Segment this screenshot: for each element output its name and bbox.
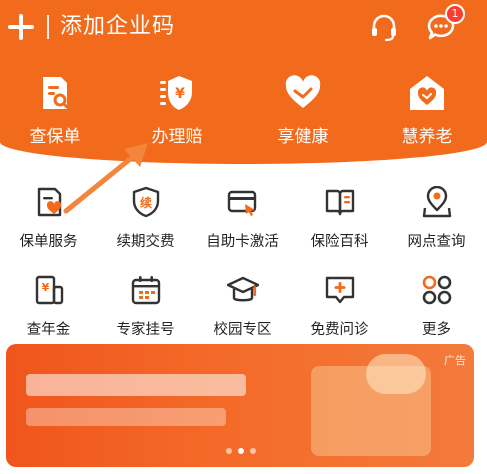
grid-item-insurance-wiki[interactable]: 保险百科	[291, 180, 388, 250]
nav-health[interactable]: 享健康	[248, 74, 358, 154]
grid-item-branch-search[interactable]: 网点查询	[388, 180, 485, 250]
annuity-icon: ¥	[35, 275, 64, 305]
more-grid-icon	[422, 275, 452, 305]
consult-icon	[325, 276, 355, 304]
grid-label: 校园专区	[213, 322, 272, 338]
grid-item-annuity[interactable]: ¥ 查年金	[0, 268, 97, 338]
grid-label: 查年金	[26, 322, 71, 338]
house-heart-icon	[410, 76, 444, 110]
add-enterprise-code-button[interactable]: 添加企业码	[60, 12, 175, 42]
grid-label: 保险百科	[310, 234, 369, 250]
banner-subtext-blurred	[26, 408, 226, 426]
grid-item-free-consult[interactable]: 免费问诊	[291, 268, 388, 338]
book-icon	[325, 189, 355, 216]
divider	[47, 15, 49, 39]
promo-banner[interactable]: 广告	[6, 344, 474, 467]
graduation-cap-icon	[227, 276, 259, 302]
nav-elder-care[interactable]: 慧养老	[372, 74, 482, 154]
svg-text:¥: ¥	[175, 86, 185, 102]
notification-badge: 1	[445, 4, 465, 24]
location-pin-icon	[422, 186, 452, 218]
grid-label: 专家挂号	[116, 322, 175, 338]
ad-label: 广告	[444, 354, 466, 367]
nav-label: 慧养老	[401, 127, 453, 147]
grid-item-expert-booking[interactable]: 专家挂号	[97, 268, 194, 338]
banner-image-highlight	[366, 354, 426, 394]
grid-label: 网点查询	[407, 234, 466, 250]
plus-icon[interactable]	[6, 12, 36, 42]
calendar-icon	[131, 276, 161, 305]
svg-text:¥: ¥	[42, 281, 50, 294]
nav-label: 享健康	[277, 127, 329, 147]
grid-label: 免费问诊	[310, 322, 369, 338]
carousel-indicator	[226, 448, 266, 456]
headset-icon[interactable]	[368, 12, 400, 44]
card-activate-icon	[227, 190, 257, 216]
grid-item-card-activation[interactable]: 自助卡激活	[194, 180, 291, 250]
grid-label: 续期交费	[116, 234, 175, 250]
heart-icon	[285, 75, 321, 108]
policy-search-icon	[43, 77, 69, 109]
grid-label: 保单服务	[19, 234, 78, 250]
grid-item-more[interactable]: 更多	[388, 268, 485, 338]
grid-label: 自助卡激活	[206, 234, 279, 250]
carousel-dot-active[interactable]	[238, 448, 244, 454]
claim-icon: ¥	[160, 76, 192, 110]
grid-label: 更多	[422, 322, 451, 338]
carousel-dot[interactable]	[226, 448, 232, 454]
pointer-arrow-annotation	[63, 143, 148, 214]
carousel-dot[interactable]	[250, 448, 256, 454]
banner-headline-blurred	[26, 374, 246, 396]
grid-item-campus-zone[interactable]: 校园专区	[194, 268, 291, 338]
top-bar: 添加企业码 1	[0, 0, 487, 56]
